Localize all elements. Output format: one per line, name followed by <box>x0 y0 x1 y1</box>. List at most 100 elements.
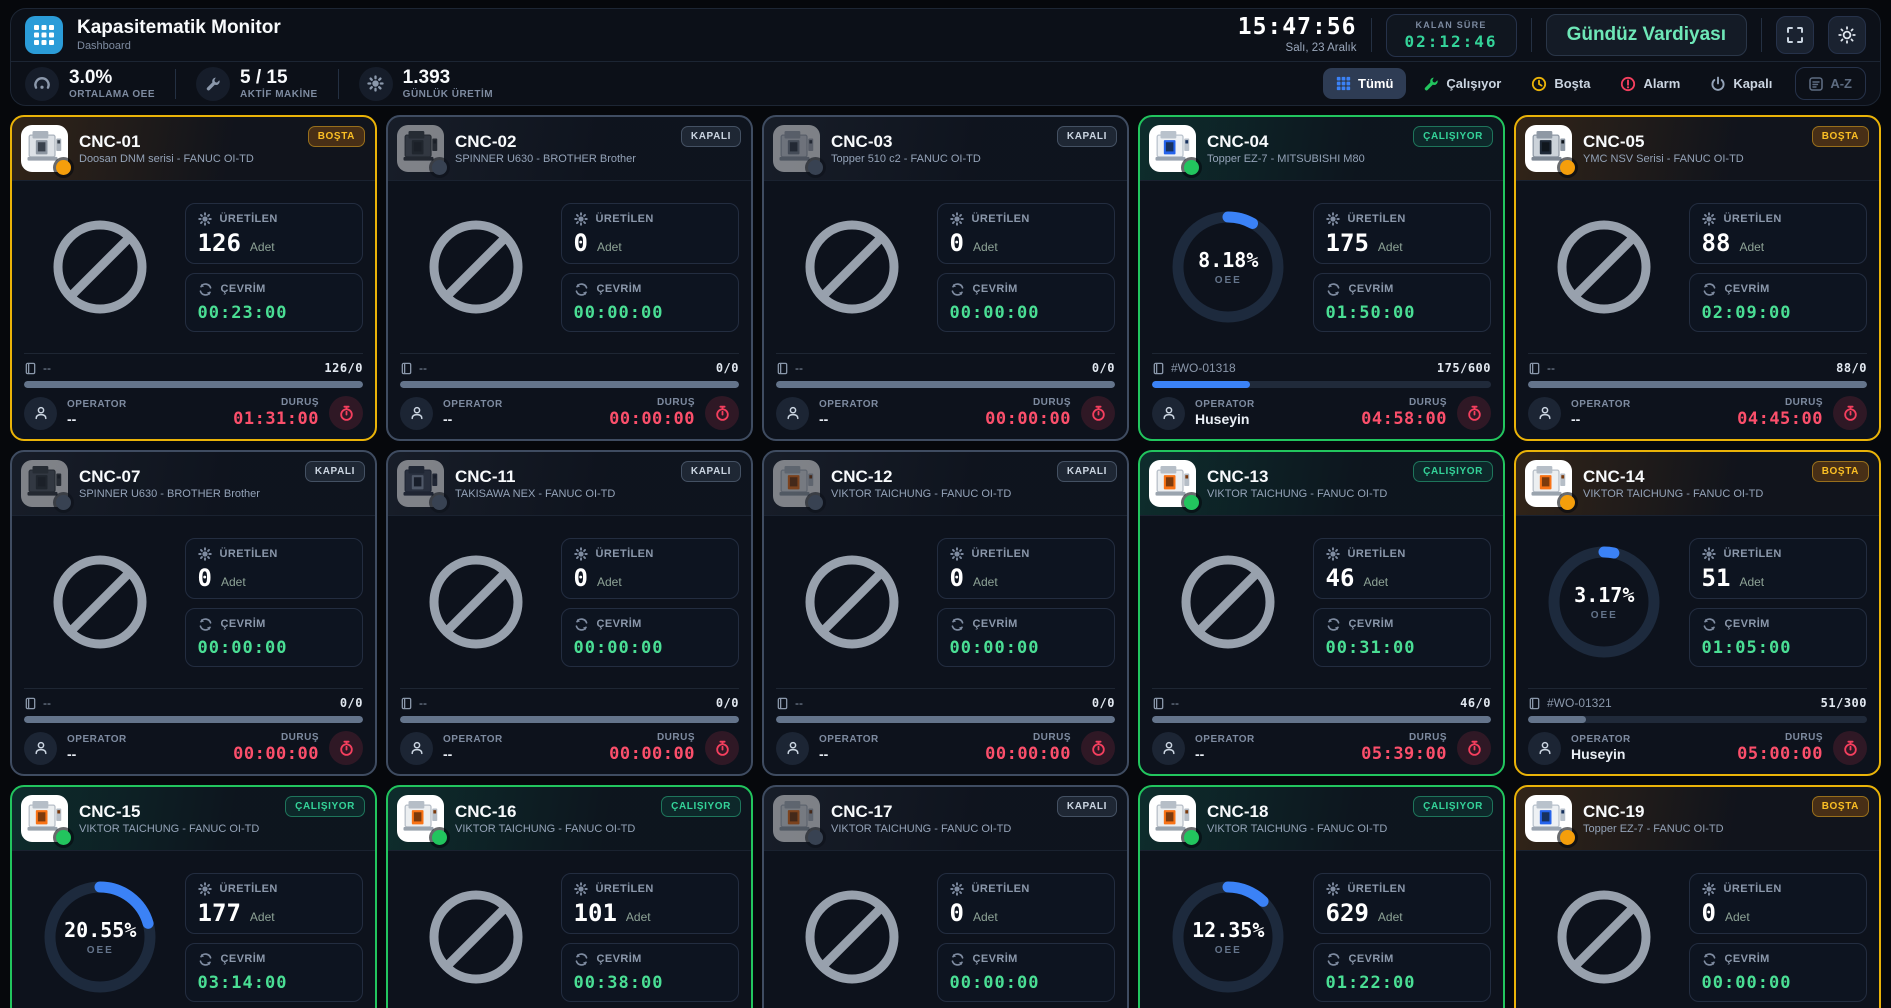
downtime-stopwatch-button[interactable] <box>705 731 739 765</box>
machine-card-cnc-03[interactable]: CNC-03 Topper 510 c2 - FANUC OI-TD KAPAL… <box>762 115 1129 441</box>
person-icon <box>1537 740 1553 756</box>
produced-value: 0 <box>950 901 964 925</box>
cycle-label: ÇEVRİM <box>973 953 1018 965</box>
app-logo <box>25 16 63 54</box>
refresh-icon <box>574 617 589 632</box>
work-order-progress-fill <box>1152 716 1491 723</box>
operator-label: OPERATOR <box>67 399 127 410</box>
operator-label: OPERATOR <box>1195 734 1255 745</box>
filter-chip-bo-ta[interactable]: Boşta <box>1518 68 1603 100</box>
machine-card-cnc-07[interactable]: CNC-07 SPINNER U630 - BROTHER Brother KA… <box>10 450 377 776</box>
operator-name: -- <box>819 411 879 427</box>
cycle-value: 00:31:00 <box>1326 638 1478 658</box>
filter-chip-label: Kapalı <box>1733 76 1772 91</box>
machine-card-cnc-12[interactable]: CNC-12 VIKTOR TAICHUNG - FANUC OI-TD KAP… <box>762 450 1129 776</box>
work-order-icon <box>1152 697 1165 710</box>
sort-az-button[interactable]: A-Z <box>1795 67 1866 100</box>
machine-card-header: CNC-14 VIKTOR TAICHUNG - FANUC OI-TD BOŞ… <box>1516 452 1879 516</box>
machine-card-cnc-19[interactable]: CNC-19 Topper EZ-7 - FANUC OI-TD BOŞTA Ü… <box>1514 785 1881 1008</box>
cycle-label: ÇEVRİM <box>221 283 266 295</box>
status-badge: ÇALIŞIYOR <box>661 796 741 817</box>
downtime-stopwatch-button[interactable] <box>329 396 363 430</box>
cycle-value: 00:00:00 <box>950 973 1102 993</box>
page-subtitle: Dashboard <box>77 40 281 52</box>
produced-target-ratio: 0/0 <box>340 696 363 710</box>
work-order-progress-bar <box>24 716 363 723</box>
filter-chip--al-yor[interactable]: Çalışıyor <box>1410 68 1514 100</box>
filter-chip-alarm[interactable]: Alarm <box>1607 68 1693 100</box>
downtime-stopwatch-button[interactable] <box>1081 396 1115 430</box>
theme-toggle-button[interactable] <box>1828 16 1866 54</box>
machine-card-cnc-15[interactable]: CNC-15 VIKTOR TAICHUNG - FANUC OI-TD ÇAL… <box>10 785 377 1008</box>
work-order-value: -- <box>795 696 803 710</box>
produced-label: ÜRETİLEN <box>596 213 654 225</box>
work-order-progress-fill <box>776 716 1115 723</box>
downtime-stopwatch-button[interactable] <box>329 731 363 765</box>
work-order-value: #WO-01318 <box>1171 361 1236 375</box>
downtime-stopwatch-button[interactable] <box>1081 731 1115 765</box>
shift-button[interactable]: Gündüz Vardiyası <box>1546 14 1747 56</box>
downtime-stopwatch-button[interactable] <box>705 396 739 430</box>
machine-card-cnc-18[interactable]: CNC-18 VIKTOR TAICHUNG - FANUC OI-TD ÇAL… <box>1138 785 1505 1008</box>
remaining-time-value: 02:12:46 <box>1405 32 1498 51</box>
downtime-value: 00:00:00 <box>233 744 319 764</box>
machine-card-cnc-16[interactable]: CNC-16 VIKTOR TAICHUNG - FANUC OI-TD ÇAL… <box>386 785 753 1008</box>
machine-image <box>1525 460 1572 507</box>
fullscreen-button[interactable] <box>1776 16 1814 54</box>
filter-chip-label: Çalışıyor <box>1446 76 1501 91</box>
machine-card-header: CNC-03 Topper 510 c2 - FANUC OI-TD KAPAL… <box>764 117 1127 181</box>
produced-label: ÜRETİLEN <box>1724 213 1782 225</box>
produced-label: ÜRETİLEN <box>972 883 1030 895</box>
cycle-stat-box: ÇEVRİM 00:00:00 <box>561 608 739 667</box>
machine-name: CNC-03 <box>831 132 981 152</box>
cycle-stat-box: ÇEVRİM 02:09:00 <box>1689 273 1867 332</box>
machine-card-cnc-13[interactable]: CNC-13 VIKTOR TAICHUNG - FANUC OI-TD ÇAL… <box>1138 450 1505 776</box>
work-order-icon <box>1528 362 1541 375</box>
grid-icon <box>33 24 55 46</box>
no-data-icon <box>48 215 152 319</box>
operator-label: OPERATOR <box>1571 734 1631 745</box>
work-order-progress-fill <box>24 381 363 388</box>
machine-model: Topper 510 c2 - FANUC OI-TD <box>831 153 981 165</box>
filter-chip-t-m-[interactable]: Tümü <box>1323 68 1406 99</box>
remaining-time-label: KALAN SÜRE <box>1405 20 1498 30</box>
work-order-value: -- <box>419 696 427 710</box>
operator-avatar <box>400 732 433 765</box>
machine-card-cnc-02[interactable]: CNC-02 SPINNER U630 - BROTHER Brother KA… <box>386 115 753 441</box>
produced-label: ÜRETİLEN <box>1348 548 1406 560</box>
gear-icon <box>1326 882 1340 896</box>
refresh-icon <box>198 952 213 967</box>
cycle-label: ÇEVRİM <box>597 618 642 630</box>
downtime-stopwatch-button[interactable] <box>1457 396 1491 430</box>
machine-card-footer: -- 0/0 OPERATOR -- DURU <box>12 688 375 774</box>
produced-target-ratio: 88/0 <box>1836 361 1867 375</box>
status-dot <box>1184 160 1199 175</box>
cycle-label: ÇEVRİM <box>597 283 642 295</box>
cycle-value: 01:22:00 <box>1326 973 1478 993</box>
machine-card-cnc-14[interactable]: CNC-14 VIKTOR TAICHUNG - FANUC OI-TD BOŞ… <box>1514 450 1881 776</box>
machine-model: YMC NSV Serisi - FANUC OI-TD <box>1583 153 1744 165</box>
kpi-label: GÜNLÜK ÜRETİM <box>403 89 493 100</box>
produced-label: ÜRETİLEN <box>220 548 278 560</box>
person-icon <box>785 740 801 756</box>
person-icon <box>1537 405 1553 421</box>
downtime-label: DURUŞ <box>233 732 319 743</box>
machine-card-cnc-04[interactable]: CNC-04 Topper EZ-7 - MITSUBISHI M80 ÇALI… <box>1138 115 1505 441</box>
operator-avatar <box>1152 397 1185 430</box>
produced-unit: Adet <box>1739 575 1764 589</box>
machine-card-cnc-17[interactable]: CNC-17 VIKTOR TAICHUNG - FANUC OI-TD KAP… <box>762 785 1129 1008</box>
filter-chip-kapal-[interactable]: Kapalı <box>1697 68 1785 100</box>
machine-card-cnc-01[interactable]: CNC-01 Doosan DNM serisi - FANUC OI-TD B… <box>10 115 377 441</box>
downtime-stopwatch-button[interactable] <box>1833 396 1867 430</box>
cycle-stat-box: ÇEVRİM 00:31:00 <box>1313 608 1491 667</box>
sort-az-label: A-Z <box>1830 76 1852 91</box>
downtime-stopwatch-button[interactable] <box>1457 731 1491 765</box>
filter-chip-label: Tümü <box>1358 76 1393 91</box>
operator-name: Huseyin <box>1571 746 1631 762</box>
downtime-stopwatch-button[interactable] <box>1833 731 1867 765</box>
machine-card-cnc-11[interactable]: CNC-11 TAKISAWA NEX - FANUC OI-TD KAPALI… <box>386 450 753 776</box>
work-order-progress-fill <box>400 381 739 388</box>
machine-card-cnc-05[interactable]: CNC-05 YMC NSV Serisi - FANUC OI-TD BOŞT… <box>1514 115 1881 441</box>
refresh-icon <box>1702 952 1717 967</box>
filter-chip-label: Alarm <box>1643 76 1680 91</box>
